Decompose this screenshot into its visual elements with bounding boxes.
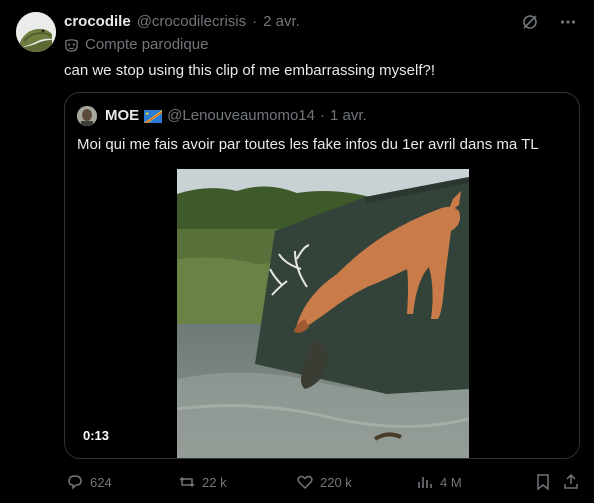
like-count: 220 k [320, 474, 352, 490]
quoted-avatar[interactable] [77, 106, 97, 126]
like-button[interactable]: 220 k [296, 470, 352, 494]
more-icon[interactable] [558, 12, 578, 32]
video-thumbnail [177, 169, 469, 458]
tweet[interactable]: crocodile @crocodilecrisis · 2 avr. Comp… [0, 0, 594, 503]
author-handle[interactable]: @crocodilecrisis [137, 12, 246, 32]
top-actions [520, 12, 578, 32]
share-button[interactable] [562, 470, 580, 494]
repost-button[interactable]: 22 k [178, 470, 227, 494]
share-icon [564, 473, 578, 489]
reply-icon [68, 475, 82, 490]
separator-dot: · [252, 13, 258, 30]
reply-button[interactable]: 624 [66, 470, 112, 494]
quoted-tweet[interactable]: MOE @Lenouveaumomo14 · 1 avr. Moi qui me… [64, 92, 580, 459]
avatar[interactable] [16, 12, 56, 52]
separator-dot: · [320, 107, 325, 124]
grok-icon[interactable] [520, 12, 540, 32]
repost-count: 22 k [202, 474, 227, 490]
post-date[interactable]: 2 avr. [263, 12, 300, 32]
reply-count: 624 [90, 474, 112, 490]
tweet-text: can we stop using this clip of me embarr… [64, 62, 435, 79]
parody-label: Compte parodique [85, 36, 209, 53]
views-button[interactable]: 4 M [416, 470, 462, 494]
video-player[interactable]: 0:13 [65, 169, 579, 458]
action-bar: 624 22 k 220 k 4 M [64, 470, 580, 494]
views-icon [418, 477, 432, 488]
quoted-author-line: MOE @Lenouveaumomo14 · 1 avr. [105, 106, 367, 126]
video-duration: 0:13 [77, 426, 116, 445]
repost-icon [179, 476, 195, 488]
parody-mask-icon [65, 38, 78, 52]
drc-flag-icon [144, 109, 163, 123]
author-line: crocodile @crocodilecrisis · 2 avr. [64, 12, 300, 32]
quoted-post-date[interactable]: 1 avr. [330, 106, 367, 126]
views-count: 4 M [440, 474, 462, 490]
quoted-text: Moi qui me fais avoir par toutes les fak… [77, 136, 539, 153]
bookmark-icon [537, 474, 549, 491]
crocodile-avatar-image [16, 12, 56, 52]
author-name[interactable]: crocodile [64, 12, 131, 32]
parody-badge: Compte parodique [64, 35, 208, 55]
quoted-author-handle[interactable]: @Lenouveaumomo14 [167, 106, 315, 126]
video-frame[interactable] [177, 169, 469, 458]
bookmark-button[interactable] [534, 470, 552, 494]
quoted-author-name[interactable]: MOE [105, 106, 139, 126]
heart-icon [297, 475, 313, 490]
